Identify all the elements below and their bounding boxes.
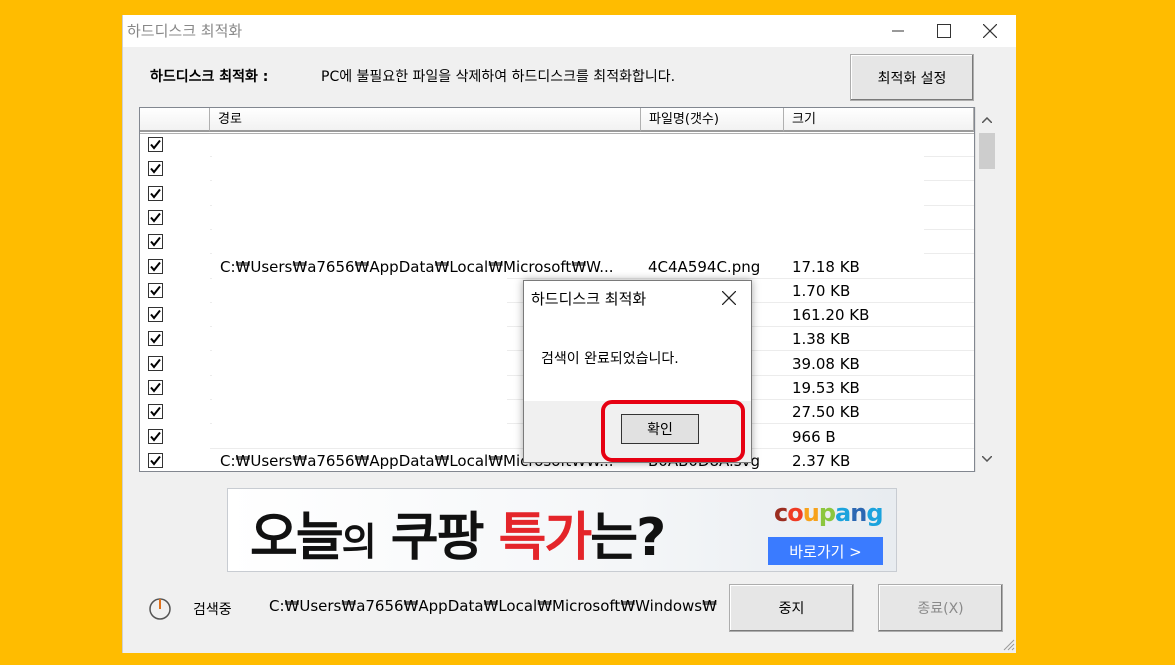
checkmark-icon [150, 212, 161, 223]
header-filename[interactable]: 파일명(갯수) [641, 108, 784, 132]
dialog-message: 검색이 완료되었습니다. [541, 351, 679, 367]
banner-text: 의 [341, 520, 377, 564]
vertical-scrollbar[interactable] [975, 107, 997, 472]
row-checkbox[interactable] [148, 307, 163, 323]
header-size[interactable]: 크기 [784, 108, 974, 132]
row-checkbox[interactable] [148, 452, 163, 468]
row-size: 1.38 KB [792, 330, 851, 349]
checkmark-icon [150, 139, 161, 150]
maximize-button[interactable] [921, 15, 967, 47]
chevron-up-icon [981, 117, 992, 123]
row-size: 1.70 KB [792, 281, 851, 300]
logo-letter: p [818, 499, 836, 527]
row-size: 161.20 KB [792, 306, 870, 325]
checkmark-icon [150, 164, 161, 174]
banner-text: 쿠팡 [390, 508, 485, 568]
row-checkbox[interactable] [148, 234, 163, 250]
row-size: 39.08 KB [792, 354, 860, 373]
checkmark-icon [150, 334, 161, 344]
row-checkbox[interactable] [148, 185, 163, 201]
close-icon [983, 24, 997, 38]
list-header: 경로 파일명(갯수) 크기 [140, 108, 974, 134]
scroll-up-button[interactable] [976, 109, 997, 131]
row-size: 966 B [792, 427, 836, 446]
row-checkbox[interactable] [148, 404, 163, 420]
row-checkbox[interactable] [148, 331, 163, 347]
stop-button[interactable]: 중지 [729, 584, 854, 632]
logo-letter: a [835, 499, 851, 527]
logo-letter: g [866, 499, 883, 527]
checkmark-icon [150, 237, 161, 247]
coupang-banner[interactable]: 오늘의 쿠팡 특가는? coupang 바로가기 > [227, 488, 897, 572]
title-bar: 하드디스크 최적화 [123, 15, 1016, 47]
window-close-button[interactable] [967, 15, 1013, 47]
row-checkbox[interactable] [148, 380, 163, 395]
scroll-down-button[interactable] [976, 448, 997, 470]
scroll-thumb[interactable] [979, 133, 995, 169]
minimize-icon [892, 30, 904, 32]
power-icon [149, 598, 171, 620]
row-filename: 4C4A594C.png [648, 257, 761, 276]
minimize-button[interactable] [875, 15, 921, 47]
logo-letter: o [787, 499, 803, 527]
banner-text: 는? [590, 508, 666, 568]
banner-text: 오늘 [250, 508, 344, 568]
header-checkbox-column[interactable] [140, 108, 210, 132]
row-checkbox[interactable] [148, 355, 163, 371]
checkmark-icon [150, 309, 161, 320]
row-checkbox[interactable] [148, 209, 163, 225]
checkmark-icon [150, 382, 161, 393]
redacted-area [212, 278, 507, 444]
status-label: 검색중 [193, 602, 232, 618]
row-size: 2.37 KB [792, 451, 851, 470]
row-size: 19.53 KB [792, 379, 860, 397]
table-row[interactable]: C:₩Users₩a7656₩AppData₩Local₩Microsoft₩W… [140, 255, 974, 279]
window-title: 하드디스크 최적화 [127, 22, 243, 40]
current-path: C:₩Users₩a7656₩AppData₩Local₩Microsoft₩W… [269, 597, 717, 615]
checkmark-icon [150, 261, 161, 272]
row-size: 17.18 KB [792, 257, 860, 276]
row-checkbox[interactable] [148, 428, 163, 444]
row-checkbox[interactable] [148, 258, 163, 274]
redacted-area [212, 136, 924, 256]
row-path: C:₩Users₩a7656₩AppData₩Local₩Microsoft₩W… [220, 257, 614, 276]
banner-text-highlight: 특가 [498, 508, 593, 568]
logo-letter: n [850, 499, 867, 527]
close-icon [722, 291, 736, 305]
dialog-title: 하드디스크 최적화 [531, 290, 647, 308]
description-text: PC에 불필요한 파일을 삭제하여 하드디스크를 최적화합니다. [321, 69, 676, 85]
description-label: 하드디스크 최적화 : [150, 69, 269, 85]
checkmark-icon [150, 455, 161, 466]
checkmark-icon [150, 188, 161, 199]
row-checkbox[interactable] [148, 161, 163, 177]
highlight-box [601, 400, 745, 462]
resize-grip-icon[interactable] [1001, 637, 1015, 651]
optimize-settings-button[interactable]: 최적화 설정 [850, 54, 974, 101]
checkmark-icon [150, 358, 161, 369]
chevron-down-icon [981, 456, 992, 462]
dialog-close-button[interactable] [716, 285, 742, 311]
checkmark-icon [150, 407, 161, 417]
row-checkbox[interactable] [148, 137, 163, 152]
row-size: 27.50 KB [792, 403, 860, 422]
exit-button[interactable]: 종료(X) [878, 584, 1003, 632]
logo-letter: u [802, 499, 820, 527]
maximize-icon [937, 24, 951, 38]
banner-headline: 오늘의 쿠팡 특가는? [250, 495, 666, 570]
logo-letter: c [774, 499, 788, 527]
checkmark-icon [150, 285, 161, 296]
row-checkbox[interactable] [148, 282, 163, 298]
header-path[interactable]: 경로 [210, 108, 641, 132]
checkmark-icon [150, 431, 161, 442]
coupang-logo: coupang [774, 499, 884, 527]
goto-button[interactable]: 바로가기 > [768, 537, 883, 565]
